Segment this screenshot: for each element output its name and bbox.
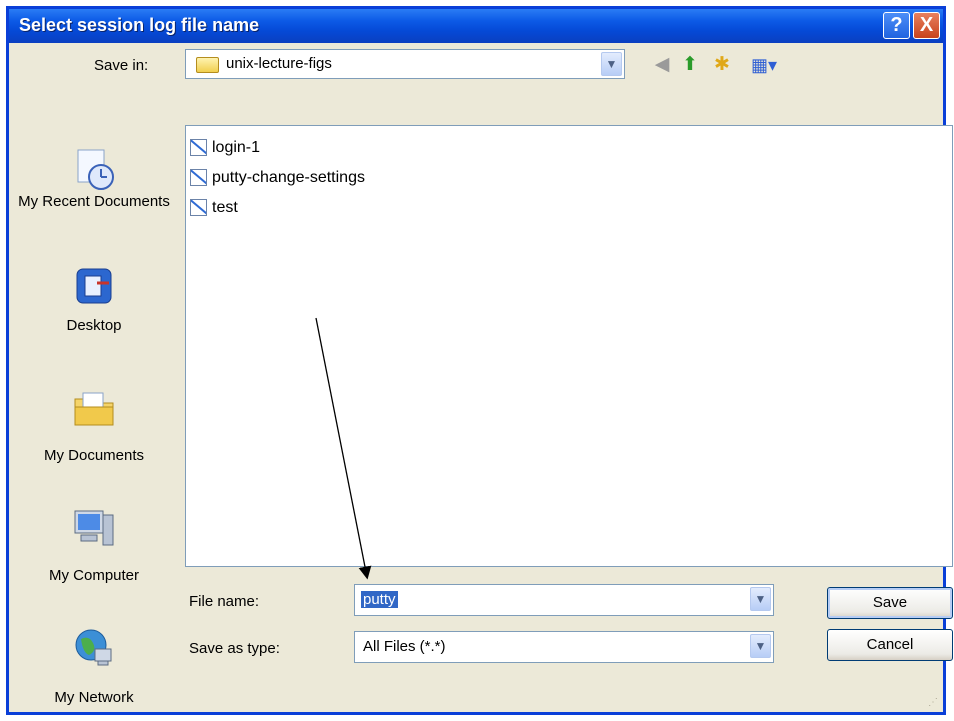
recent-documents-icon [77,149,114,190]
file-name: login-1 [212,139,261,156]
save-dialog: Select session log file name ? X Save in… [6,6,953,715]
log-file-icon [190,199,207,216]
place-my-documents[interactable]: My Documents [9,385,179,465]
back-icon[interactable]: ◀ [649,53,675,77]
cancel-button[interactable]: Cancel [827,629,953,661]
place-my-computer[interactable]: My Computer [9,505,179,585]
file-name-field[interactable]: putty ▼ [354,584,774,616]
my-computer-icon [74,510,114,546]
up-folder-icon[interactable]: ⬆ [677,53,703,77]
place-desktop[interactable]: Desktop [9,265,179,340]
help-button[interactable]: ? [883,12,910,39]
save-in-label: Save in: [94,57,149,74]
views-menu-icon[interactable]: ▦▾ [746,53,782,77]
place-label: My Computer [48,567,140,584]
my-network-icon [75,629,112,666]
save-as-type-value: All Files (*.*) [363,638,446,655]
file-name-value: putty [361,591,398,608]
dialog-title: Select session log file name [19,15,260,35]
places-bar: My Recent Documents Desktop My Documents [9,85,179,707]
place-my-network[interactable]: My Network [9,625,179,707]
chevron-down-icon[interactable]: ▼ [750,587,771,611]
place-label: Desktop [66,317,122,334]
my-documents-icon [74,392,114,426]
place-label: My Documents [43,447,145,464]
place-recent-documents[interactable]: My Recent Documents [9,147,179,237]
close-button[interactable]: X [913,12,940,39]
log-file-icon [190,139,207,156]
place-label: My Network [54,689,134,706]
file-name: test [212,199,238,216]
file-list[interactable]: login-1 putty-change-settings test [185,125,953,567]
save-as-type-dropdown[interactable]: All Files (*.*) ▼ [354,631,774,663]
chevron-down-icon[interactable]: ▼ [601,52,622,76]
log-file-icon [190,169,207,186]
save-as-type-label: Save as type: [189,640,280,657]
title-bar[interactable]: Select session log file name ? X [9,9,943,43]
place-label: My Recent Documents [18,193,170,210]
resize-grip-icon[interactable]: ⋰ [928,697,940,709]
save-in-dropdown[interactable]: unix-lecture-figs ▼ [185,49,625,79]
desktop-icon [76,268,112,304]
file-name: putty-change-settings [212,169,365,186]
chevron-down-icon[interactable]: ▼ [750,634,771,658]
folder-icon [196,57,219,73]
save-button[interactable]: Save [827,587,953,619]
save-in-value: unix-lecture-figs [226,55,332,72]
new-folder-icon[interactable]: ✱ [709,53,735,77]
file-name-label: File name: [189,593,260,610]
